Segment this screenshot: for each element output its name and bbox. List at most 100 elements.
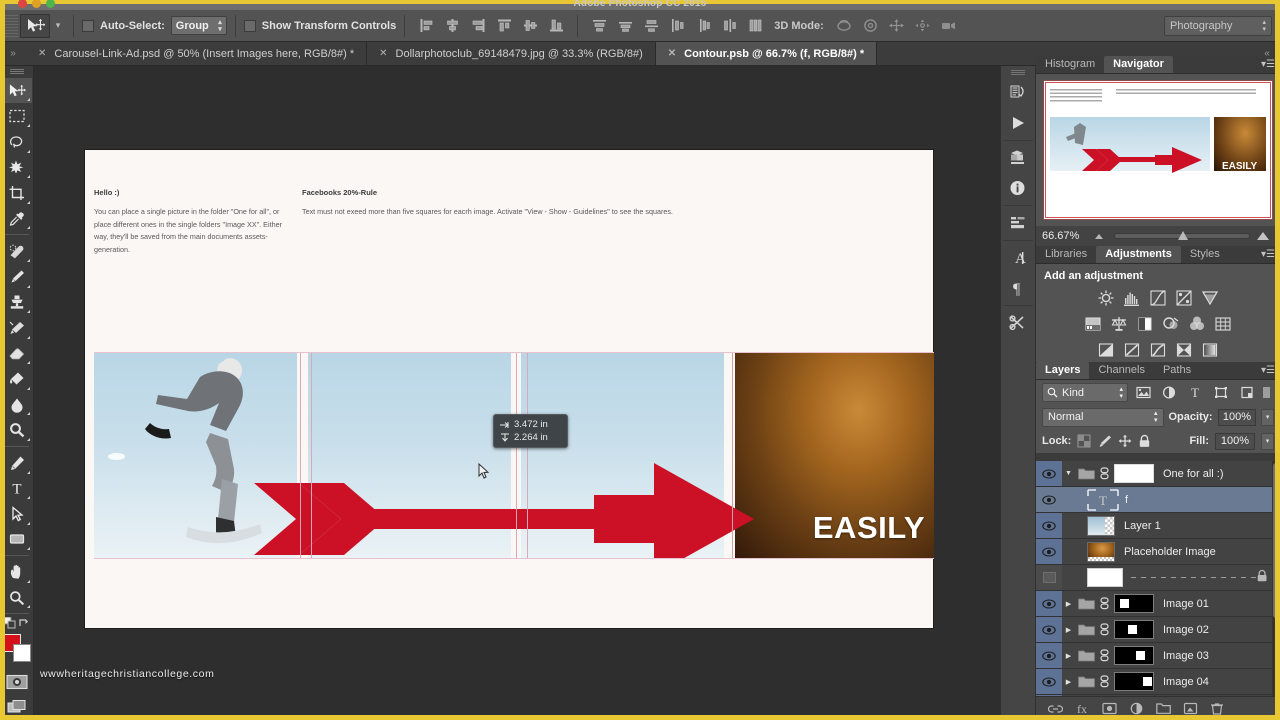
opacity-stepper-icon[interactable]: ▾	[1261, 408, 1274, 426]
distribute-left-edges-icon[interactable]	[664, 13, 690, 39]
tab-adjustments[interactable]: Adjustments	[1096, 246, 1181, 263]
layer-list[interactable]: ▼ One for all :) T f Layer 1 Placeholder…	[1036, 461, 1280, 696]
tab-navigator[interactable]: Navigator	[1104, 56, 1173, 73]
gradient-map-icon[interactable]	[1199, 339, 1221, 361]
layer-thumbnail[interactable]	[1087, 515, 1115, 536]
group-expand-toggle[interactable]: ▶	[1062, 652, 1075, 660]
layer-mask-thumbnail[interactable]	[1114, 620, 1154, 639]
layer-visibility-toggle[interactable]	[1036, 539, 1062, 564]
lock-transparent-pixels-icon[interactable]	[1077, 434, 1091, 448]
curves-icon[interactable]	[1147, 287, 1169, 309]
3d-icon[interactable]	[1002, 143, 1034, 173]
brush-tool[interactable]	[2, 264, 32, 290]
options-bar-grip[interactable]	[4, 14, 18, 37]
threshold-icon[interactable]	[1147, 339, 1169, 361]
blend-mode-dropdown[interactable]: Normal ▴ ▾	[1042, 407, 1164, 427]
filter-adjustment-icon[interactable]	[1158, 383, 1180, 403]
drag-3d-icon[interactable]	[884, 13, 910, 39]
character-icon[interactable]: A	[1002, 243, 1034, 273]
new-group-icon[interactable]	[1156, 702, 1171, 715]
eraser-tool[interactable]	[2, 341, 32, 367]
layer-visibility-toggle[interactable]	[1036, 669, 1062, 694]
new-adjustment-layer-icon[interactable]	[1129, 702, 1144, 715]
filter-smartobject-icon[interactable]	[1236, 383, 1258, 403]
layer-visibility-toggle[interactable]	[1036, 565, 1062, 590]
link-icon[interactable]	[1098, 675, 1110, 688]
tab-layers[interactable]: Layers	[1036, 362, 1090, 379]
filter-pixel-icon[interactable]	[1132, 383, 1154, 403]
zoom-slider-thumb[interactable]	[1177, 231, 1188, 240]
new-layer-icon[interactable]	[1183, 702, 1198, 715]
brightness-contrast-icon[interactable]	[1095, 287, 1117, 309]
opacity-value[interactable]: 100%	[1217, 408, 1257, 426]
zoom-out-icon[interactable]	[1094, 231, 1108, 241]
show-transform-controls-checkbox[interactable]	[243, 19, 256, 32]
navigator-zoom-value[interactable]: 66.67%	[1042, 230, 1088, 242]
layer-thumbnail[interactable]	[1087, 541, 1115, 562]
layer-mask-thumbnail[interactable]	[1114, 646, 1154, 665]
layer-thumbnail[interactable]	[1087, 568, 1123, 587]
rectangular-marquee-tool[interactable]	[2, 103, 32, 129]
filter-shape-icon[interactable]	[1210, 383, 1232, 403]
path-selection-tool[interactable]	[2, 501, 32, 527]
actions-icon[interactable]	[1002, 108, 1034, 138]
layer-visibility-toggle[interactable]	[1036, 617, 1062, 642]
align-right-edges-icon[interactable]	[465, 13, 491, 39]
layer-name[interactable]: Image 02	[1163, 624, 1209, 636]
tab-histogram[interactable]: Histogram	[1036, 56, 1104, 73]
carousel-panel-2[interactable]	[308, 353, 511, 558]
layer-mask-thumbnail[interactable]	[1114, 672, 1154, 691]
layer-filter-kind-dropdown[interactable]: Kind ▴ ▾	[1042, 383, 1128, 402]
layer-visibility-toggle[interactable]	[1036, 487, 1062, 512]
layer-name[interactable]: Image 03	[1163, 650, 1209, 662]
history-brush-tool[interactable]	[2, 315, 32, 341]
spot-healing-brush-tool[interactable]	[2, 238, 32, 264]
navigator-preview[interactable]: EASILY	[1043, 80, 1273, 220]
blur-tool[interactable]	[2, 392, 32, 418]
group-expand-toggle[interactable]: ▶	[1062, 626, 1075, 634]
hue-saturation-icon[interactable]	[1082, 313, 1104, 335]
align-top-edges-icon[interactable]	[491, 13, 517, 39]
text-layer-thumbnail[interactable]: T	[1087, 488, 1119, 511]
swap-colors-icon[interactable]	[18, 617, 30, 629]
tools-panel-grip[interactable]	[9, 69, 24, 75]
close-icon[interactable]: ✕	[38, 48, 46, 59]
horizontal-type-tool[interactable]: T	[2, 476, 32, 502]
selective-color-icon[interactable]	[1173, 339, 1195, 361]
document-canvas[interactable]: Hello :) You can place a single picture …	[85, 150, 934, 628]
distribute-right-edges-icon[interactable]	[716, 13, 742, 39]
black-white-icon[interactable]	[1134, 313, 1156, 335]
history-icon[interactable]	[1002, 78, 1034, 108]
lock-position-icon[interactable]	[1118, 434, 1132, 448]
table-row[interactable]: ▼ One for all :)	[1036, 461, 1280, 487]
auto-select-dropdown[interactable]: Group ▴ ▾	[170, 16, 227, 35]
invert-icon[interactable]	[1095, 339, 1117, 361]
distribute-bottom-edges-icon[interactable]	[638, 13, 664, 39]
default-colors-icon[interactable]	[3, 617, 16, 629]
panel-menu-icon[interactable]: ▾☰	[1261, 250, 1275, 260]
link-layers-icon[interactable]	[1048, 702, 1063, 715]
navigator-zoom-slider[interactable]	[1114, 231, 1250, 240]
table-row[interactable]: ▶ Image 04	[1036, 669, 1280, 695]
tool-presets-icon[interactable]	[1002, 308, 1034, 338]
clone-stamp-tool[interactable]	[2, 290, 32, 316]
color-swatches[interactable]	[2, 633, 32, 663]
lock-all-icon[interactable]	[1138, 434, 1151, 448]
layer-style-icon[interactable]: fx	[1075, 702, 1090, 715]
channel-mixer-icon[interactable]	[1186, 313, 1208, 335]
tab-styles[interactable]: Styles	[1181, 246, 1229, 263]
distribute-top-edges-icon[interactable]	[586, 13, 612, 39]
quick-selection-tool[interactable]	[2, 155, 32, 181]
document-tab-carousel[interactable]: ✕ Carousel-Link-Ad.psd @ 50% (Insert Ima…	[26, 42, 368, 65]
delete-layer-icon[interactable]	[1210, 702, 1224, 715]
levels-icon[interactable]	[1121, 287, 1143, 309]
rotate-3d-icon[interactable]	[832, 13, 858, 39]
eyedropper-tool[interactable]	[2, 206, 32, 232]
dodge-tool[interactable]	[2, 417, 32, 443]
color-balance-icon[interactable]	[1108, 313, 1130, 335]
layer-name[interactable]: One for all :)	[1163, 468, 1224, 480]
add-mask-icon[interactable]	[1102, 702, 1117, 715]
table-row[interactable]	[1036, 565, 1280, 591]
close-icon[interactable]: ✕	[668, 48, 676, 59]
roll-3d-icon[interactable]	[858, 13, 884, 39]
